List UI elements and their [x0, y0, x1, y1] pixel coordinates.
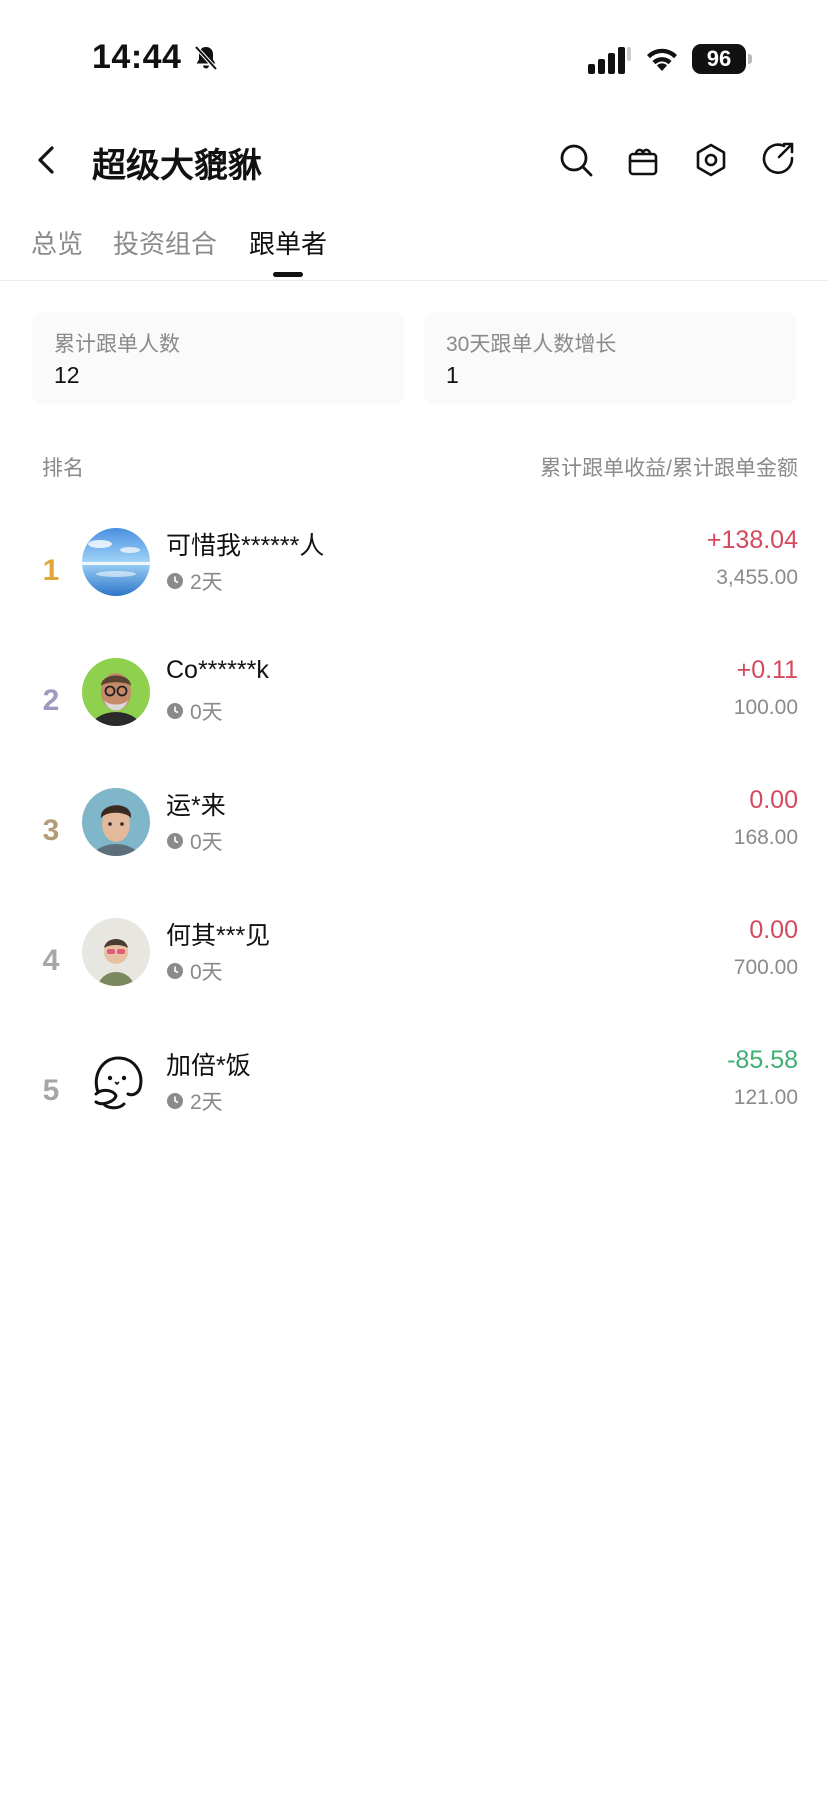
tab-bar: 总览 投资组合 跟单者 [0, 210, 828, 281]
follower-row[interactable]: 5 加倍*饭 2天 -85.58 121.00 [0, 1032, 828, 1162]
follow-duration: 0天 [166, 956, 223, 986]
stat-label: 累计跟单人数 [54, 333, 180, 356]
bell-slash-icon [194, 45, 218, 71]
rank-number: 1 [42, 554, 60, 587]
avatar [82, 1048, 150, 1116]
follower-row[interactable]: 3 运*来 0天 0.00 168.00 [0, 772, 828, 902]
follower-name: Co******k [166, 656, 269, 684]
clock-icon [167, 1093, 183, 1109]
follower-name: 加倍*饭 [166, 1052, 251, 1080]
follower-row[interactable]: 2 Co******k 0天 +0.11 100.00 [0, 642, 828, 772]
clock-icon [167, 703, 183, 719]
status-time: 14:44 [92, 38, 182, 76]
stat-value: 12 [54, 362, 80, 388]
follower-row[interactable]: 1 可惜我******人 2天 +138.04 3,455.00 [0, 512, 828, 642]
cumulative-profit: 0.00 [749, 786, 798, 814]
follower-name: 可惜我******人 [166, 532, 325, 560]
avatar [82, 788, 150, 856]
follower-name: 运*来 [166, 792, 226, 820]
rank-number: 3 [42, 814, 60, 847]
follower-name: 何其***见 [166, 922, 271, 950]
follow-days: 0天 [190, 831, 223, 854]
rank-number: 4 [42, 944, 60, 977]
follow-duration: 2天 [166, 1086, 223, 1116]
stat-card-30day-growth: 30天跟单人数增长 1 [424, 312, 796, 404]
status-bar: 14:44 96 [0, 0, 828, 110]
gift-icon[interactable] [623, 140, 663, 180]
cumulative-profit: +0.11 [736, 656, 798, 684]
follower-row[interactable]: 4 何其***见 0天 0.00 700.00 [0, 902, 828, 1032]
tab-overview[interactable]: 总览 [31, 224, 83, 261]
clock-icon [167, 963, 183, 979]
rank-column-header: 排名 [42, 457, 84, 480]
follow-duration: 2天 [166, 566, 223, 596]
follow-duration: 0天 [166, 826, 223, 856]
avatar [82, 528, 150, 596]
battery-icon: 96 [692, 44, 754, 74]
back-arrow-icon[interactable] [30, 140, 62, 180]
cumulative-amount: 168.00 [733, 826, 798, 849]
page-title: 超级大貔貅 [92, 147, 262, 185]
cumulative-amount: 3,455.00 [716, 566, 798, 589]
tab-portfolio[interactable]: 投资组合 [113, 224, 217, 261]
profit-column-header: 累计跟单收益/累计跟单金额 [540, 457, 798, 480]
cumulative-profit: 0.00 [749, 916, 798, 944]
follow-days: 0天 [190, 701, 223, 724]
cumulative-profit: +138.04 [706, 526, 798, 554]
stat-label: 30天跟单人数增长 [446, 333, 617, 356]
rank-number: 2 [42, 684, 60, 717]
wifi-icon [647, 48, 677, 71]
avatar [82, 658, 150, 726]
follow-days: 2天 [190, 571, 223, 594]
follow-days: 2天 [190, 1091, 223, 1114]
rank-number: 5 [42, 1074, 60, 1107]
active-tab-indicator [273, 272, 303, 277]
clock-icon [167, 833, 183, 849]
follow-duration: 0天 [166, 696, 223, 726]
stat-card-total-followers: 累计跟单人数 12 [32, 312, 404, 404]
signal-icon [588, 47, 631, 74]
battery-level: 96 [692, 44, 746, 74]
stat-value: 1 [446, 362, 459, 388]
cumulative-profit: -85.58 [727, 1046, 798, 1074]
tab-followers[interactable]: 跟单者 [249, 224, 327, 261]
settings-icon[interactable] [691, 140, 731, 180]
cumulative-amount: 700.00 [733, 956, 798, 979]
search-icon[interactable] [556, 140, 596, 180]
app-header: 超级大貔貅 [0, 120, 828, 200]
follow-days: 0天 [190, 961, 223, 984]
cumulative-amount: 121.00 [733, 1086, 798, 1109]
avatar [82, 918, 150, 986]
share-icon[interactable] [759, 140, 799, 180]
clock-icon [167, 573, 183, 589]
cumulative-amount: 100.00 [733, 696, 798, 719]
